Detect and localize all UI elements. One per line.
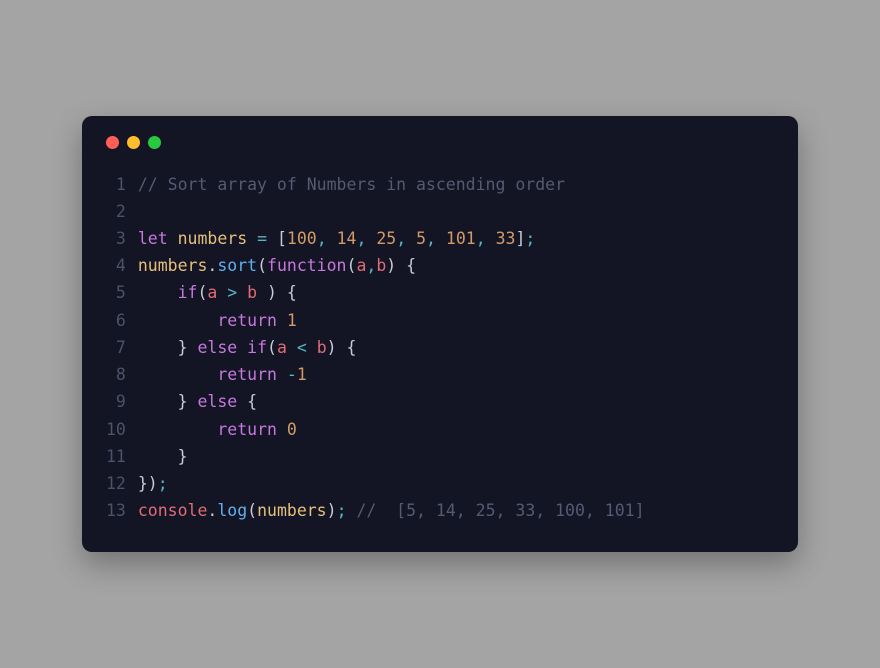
- line-content: return 1: [138, 307, 297, 334]
- line-number: 8: [104, 361, 126, 388]
- line-content: } else if(a < b) {: [138, 334, 357, 361]
- code-line: 11 }: [104, 443, 776, 470]
- code-line: 6 return 1: [104, 307, 776, 334]
- code-line: 4 numbers.sort(function(a,b) {: [104, 252, 776, 279]
- line-content: }: [138, 443, 188, 470]
- minimize-icon[interactable]: [127, 136, 140, 149]
- line-number: 4: [104, 252, 126, 279]
- code-window: 1 // Sort array of Numbers in ascending o…: [82, 116, 798, 553]
- line-number: 6: [104, 307, 126, 334]
- line-content: let numbers = [100, 14, 25, 5, 101, 33];: [138, 225, 535, 252]
- line-content: console.log(numbers); // [5, 14, 25, 33,…: [138, 497, 645, 524]
- line-content: if(a > b ) {: [138, 279, 297, 306]
- line-number: 7: [104, 334, 126, 361]
- code-line: 1 // Sort array of Numbers in ascending o…: [104, 171, 776, 198]
- line-number: 9: [104, 388, 126, 415]
- line-number: 10: [104, 416, 126, 443]
- code-block: 1 // Sort array of Numbers in ascending o…: [104, 171, 776, 525]
- code-line: 3 let numbers = [100, 14, 25, 5, 101, 33]…: [104, 225, 776, 252]
- line-number: 2: [104, 198, 126, 225]
- code-line: 2: [104, 198, 776, 225]
- code-line: 5 if(a > b ) {: [104, 279, 776, 306]
- code-line: 7 } else if(a < b) {: [104, 334, 776, 361]
- line-content: return 0: [138, 416, 297, 443]
- line-number: 5: [104, 279, 126, 306]
- line-content: } else {: [138, 388, 257, 415]
- window-controls: [106, 136, 776, 149]
- close-icon[interactable]: [106, 136, 119, 149]
- code-line: 8 return -1: [104, 361, 776, 388]
- line-number: 13: [104, 497, 126, 524]
- code-line: 12});: [104, 470, 776, 497]
- line-content: return -1: [138, 361, 307, 388]
- code-line: 13 console.log(numbers); // [5, 14, 25, 3…: [104, 497, 776, 524]
- line-content: // Sort array of Numbers in ascending or…: [138, 171, 565, 198]
- line-number: 3: [104, 225, 126, 252]
- line-number: 11: [104, 443, 126, 470]
- line-content: [138, 198, 148, 225]
- line-number: 1: [104, 171, 126, 198]
- line-number: 12: [104, 470, 126, 497]
- code-line: 10 return 0: [104, 416, 776, 443]
- line-content: });: [138, 470, 168, 497]
- zoom-icon[interactable]: [148, 136, 161, 149]
- code-line: 9 } else {: [104, 388, 776, 415]
- line-content: numbers.sort(function(a,b) {: [138, 252, 416, 279]
